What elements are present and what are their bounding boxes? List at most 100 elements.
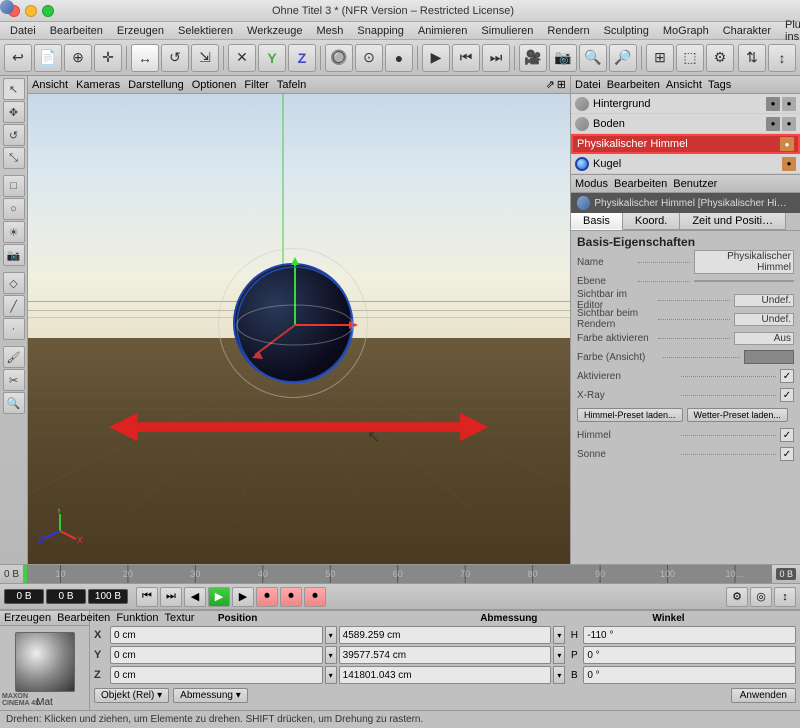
prop-se-value[interactable]: Undef.	[734, 294, 794, 307]
cam3[interactable]: 🔍	[579, 44, 607, 72]
mat-bearbeiten[interactable]: Bearbeiten	[57, 612, 110, 624]
coord-x-pos-drop[interactable]: ▾	[325, 626, 337, 644]
tab-koord[interactable]: Koord.	[623, 213, 680, 230]
select-tool[interactable]: ✕	[228, 44, 256, 72]
menu-plugins[interactable]: Plug-ins	[779, 18, 800, 44]
left-box[interactable]: □	[3, 175, 25, 197]
coord-dropdown-abmessung[interactable]: Abmessung ▾	[173, 688, 248, 703]
transport-skipend[interactable]: ⏭	[160, 587, 182, 607]
material-thumbnail[interactable]	[15, 632, 75, 692]
tool1[interactable]: ⊕	[64, 44, 92, 72]
tool-y[interactable]: Y	[258, 44, 286, 72]
coord-y-angle[interactable]: 0 °	[583, 646, 796, 664]
transport-end[interactable]: 100 B	[88, 589, 128, 604]
obj-header-datei[interactable]: Datei	[575, 79, 601, 91]
obj-header-tags[interactable]: Tags	[708, 79, 731, 91]
transport-skipstart[interactable]: ⏮	[136, 587, 158, 607]
mat-funktion[interactable]: Funktion	[116, 612, 158, 624]
left-cam[interactable]: 📷	[3, 244, 25, 266]
menu-snapping[interactable]: Snapping	[351, 24, 410, 38]
coord-y-pos[interactable]: 0 cm	[110, 646, 323, 664]
coord-z-size-drop[interactable]: ▾	[553, 666, 565, 684]
new-button[interactable]: 📄	[34, 44, 62, 72]
menu-sculpting[interactable]: Sculpting	[598, 24, 655, 38]
left-poly[interactable]: ◇	[3, 272, 25, 294]
minimize-button[interactable]	[25, 5, 37, 17]
coord-x-size-drop[interactable]: ▾	[553, 626, 565, 644]
left-move[interactable]: ✥	[3, 101, 25, 123]
prop-ebene-value[interactable]	[694, 280, 794, 282]
coord-y-pos-drop[interactable]: ▾	[325, 646, 337, 664]
obj-kugel[interactable]: Kugel ●	[571, 154, 800, 174]
left-mag[interactable]: 🔍	[3, 392, 25, 414]
vp-kameras[interactable]: Kameras	[76, 79, 120, 91]
menu-werkzeuge[interactable]: Werkzeuge	[241, 24, 308, 38]
left-edge[interactable]: ╱	[3, 295, 25, 317]
vp-tafeln[interactable]: Tafeln	[277, 79, 306, 91]
mat-erzeugen[interactable]: Erzeugen	[4, 612, 51, 624]
obj-boden[interactable]: Boden ● ●	[571, 114, 800, 134]
3d-viewport[interactable]: ↖ X Y Z	[28, 94, 570, 564]
tool-z[interactable]: Z	[288, 44, 316, 72]
mode-bearbeiten[interactable]: Bearbeiten	[614, 178, 667, 190]
timeline[interactable]: 0 B 10 20 30 40 50 60 70 80 90 100 10…	[0, 564, 800, 584]
coord-dropdown-objekt[interactable]: Objekt (Rel) ▾	[94, 688, 169, 703]
wetter-preset-btn[interactable]: Wetter-Preset laden...	[687, 408, 788, 422]
left-scale[interactable]: ⤡	[3, 147, 25, 169]
cam1[interactable]: 🎥	[519, 44, 547, 72]
prop-aktiv-checkbox[interactable]	[780, 369, 794, 383]
himmel-preset-btn[interactable]: Himmel-Preset laden...	[577, 408, 683, 422]
anim2[interactable]: ⏮	[452, 44, 480, 72]
settings-btn[interactable]: ⚙	[706, 44, 734, 72]
left-paint[interactable]: 🖌	[3, 346, 25, 368]
mode-modus[interactable]: Modus	[575, 178, 608, 190]
coord-z-angle[interactable]: 0 °	[583, 666, 796, 684]
anim3[interactable]: ⏭	[482, 44, 510, 72]
transport-stepback[interactable]: ◀	[184, 587, 206, 607]
render-btn[interactable]: 🔘	[325, 44, 353, 72]
obj-vis3[interactable]: ●	[766, 117, 780, 131]
coord-apply-button[interactable]: Anwenden	[731, 688, 796, 703]
obj-vis2[interactable]: ●	[782, 97, 796, 111]
prop-xray-checkbox[interactable]	[780, 388, 794, 402]
vp-optionen[interactable]: Optionen	[192, 79, 237, 91]
left-select[interactable]: ↖	[3, 78, 25, 100]
obj-header-bearbeiten[interactable]: Bearbeiten	[607, 79, 660, 91]
prop-name-value[interactable]: Physikalischer Himmel	[694, 250, 794, 274]
vp-ansicht[interactable]: Ansicht	[32, 79, 68, 91]
rotate-tool[interactable]: ↺	[161, 44, 189, 72]
menu-bearbeiten[interactable]: Bearbeiten	[44, 24, 109, 38]
menu-erzeugen[interactable]: Erzeugen	[111, 24, 170, 38]
render3[interactable]: ●	[385, 44, 413, 72]
grid-btn[interactable]: ⬚	[676, 44, 704, 72]
coord-y-size-drop[interactable]: ▾	[553, 646, 565, 664]
menu-charakter[interactable]: Charakter	[717, 24, 777, 38]
obj-vis4[interactable]: ●	[782, 117, 796, 131]
transport-extra2[interactable]: ◎	[750, 587, 772, 607]
transport-record[interactable]: ⏺	[256, 587, 278, 607]
mode-benutzer[interactable]: Benutzer	[673, 178, 717, 190]
coord-x-size[interactable]: 4589.259 cm	[339, 626, 552, 644]
menu-mesh[interactable]: Mesh	[310, 24, 349, 38]
prop-sonne-checkbox[interactable]	[780, 447, 794, 461]
render2[interactable]: ⊙	[355, 44, 383, 72]
left-pt[interactable]: ·	[3, 318, 25, 340]
coord-y-size[interactable]: 39577.574 cm	[339, 646, 552, 664]
extra1[interactable]: ⇅	[738, 44, 766, 72]
cam4[interactable]: 🔎	[609, 44, 637, 72]
transport-record3[interactable]: ⏺	[304, 587, 326, 607]
transport-stepfwd[interactable]: ▶	[232, 587, 254, 607]
left-knife[interactable]: ✂	[3, 369, 25, 391]
menu-rendern[interactable]: Rendern	[541, 24, 595, 38]
menu-simulieren[interactable]: Simulieren	[475, 24, 539, 38]
menu-animieren[interactable]: Animieren	[412, 24, 474, 38]
undo-button[interactable]: ↩	[4, 44, 32, 72]
transport-extra1[interactable]: ⚙	[726, 587, 748, 607]
obj-hintergrund[interactable]: Hintergrund ● ●	[571, 94, 800, 114]
vp-expand[interactable]: ⇗	[546, 78, 555, 91]
coord-z-pos-drop[interactable]: ▾	[325, 666, 337, 684]
anim1[interactable]: ▶	[422, 44, 450, 72]
obj-header-ansicht[interactable]: Ansicht	[666, 79, 702, 91]
coord-z-pos[interactable]: 0 cm	[110, 666, 323, 684]
left-light[interactable]: ☀	[3, 221, 25, 243]
